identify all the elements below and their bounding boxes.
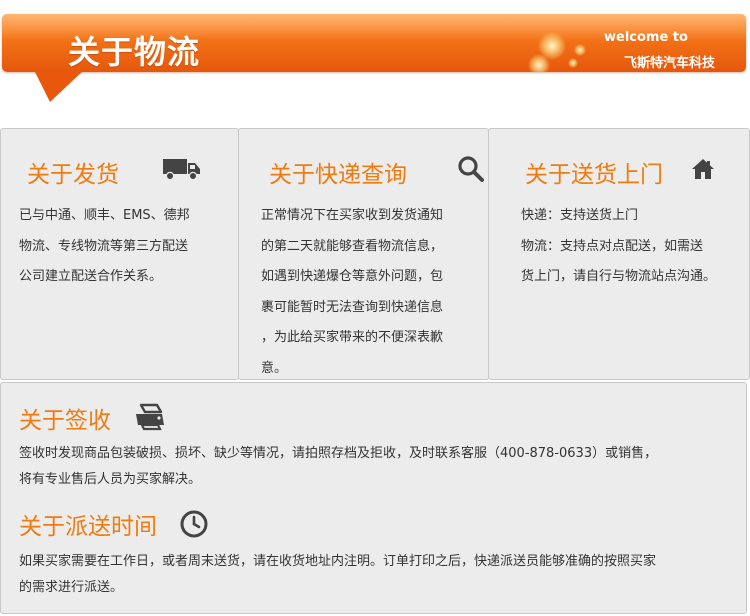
- text-line: 正常情况下在买家收到发货通知: [261, 208, 444, 223]
- shipping-panel: 关于发货 已与中通、顺丰、EMS、德邦 物流、专线物流等第三方配送 公司建立配送…: [0, 128, 239, 380]
- sparkle-decoration: [528, 54, 550, 72]
- section-text: 如果买家需要在工作日，或者周末送货，请在收货地址内注明。订单打印之后，快递派送员…: [19, 549, 734, 601]
- banner-tail: [34, 70, 84, 102]
- text-line: 物流、专线物流等第三方配送: [19, 238, 189, 254]
- policy-panel: 关于签收 签收时发现商品包装破损、损坏、缺少等情况，请拍照存档及拒收，及时联系客…: [0, 382, 747, 614]
- text-line: 的第二天就能够查看物流信息，: [261, 238, 444, 254]
- panel-text: 正常情况下在买家收到发货通知 的第二天就能够查看物流信息， 如遇到快递爆仓等意外…: [261, 201, 475, 384]
- text-line: 将有专业售后人员为买家解决。: [19, 472, 202, 487]
- text-line: 已与中通、顺丰、EMS、德邦: [19, 208, 190, 223]
- header-banner: 关于物流 welcome to 飞斯特汽车科技: [0, 0, 750, 120]
- search-icon: [458, 156, 484, 182]
- section-heading: 关于签收: [19, 401, 164, 434]
- truck-icon: [163, 159, 200, 181]
- printer-icon: [136, 403, 164, 431]
- panel-heading: 关于送货上门: [525, 155, 714, 188]
- info-panels-row: 关于发货 已与中通、顺丰、EMS、德邦 物流、专线物流等第三方配送 公司建立配送…: [0, 128, 750, 380]
- welcome-text: welcome to: [604, 30, 688, 45]
- panel-title: 关于送货上门: [525, 162, 663, 188]
- text-line: 公司建立配送合作关系。: [19, 269, 163, 284]
- text-line: 如遇到快递爆仓等意外问题，包: [261, 269, 444, 284]
- tracking-panel: 关于快递查询 正常情况下在买家收到发货通知 的第二天就能够查看物流信息， 如遇到…: [238, 128, 489, 380]
- panel-heading: 关于快递查询: [269, 155, 484, 188]
- text-line: 意。: [261, 360, 288, 376]
- company-name: 飞斯特汽车科技: [624, 56, 716, 71]
- section-title: 关于派送时间: [19, 514, 157, 540]
- sparkle-decoration: [574, 44, 586, 56]
- text-line: 签收时发现商品包装破损、损坏、缺少等情况，请拍照存档及拒收，及时联系客服（400…: [19, 446, 658, 461]
- page-title: 关于物流: [68, 33, 201, 71]
- home-icon: [692, 159, 714, 179]
- panel-heading: 关于发货: [27, 155, 200, 188]
- panel-title: 关于快递查询: [269, 162, 407, 188]
- sparkle-decoration: [568, 58, 578, 68]
- text-line: 货上门，请自行与物流站点沟通。: [521, 269, 717, 284]
- panel-title: 关于发货: [27, 162, 119, 188]
- clock-icon: [180, 510, 208, 538]
- panel-text: 已与中通、顺丰、EMS、德邦 物流、专线物流等第三方配送 公司建立配送合作关系。: [19, 201, 225, 293]
- section-title: 关于签收: [19, 408, 111, 434]
- text-line: 如果买家需要在工作日，或者周末送货，请在收货地址内注明。订单打印之后，快递派送员…: [19, 554, 657, 569]
- text-line: 物流：支持点对点配送，如需送: [521, 238, 704, 254]
- text-line: 快递：支持送货上门: [521, 208, 639, 223]
- panel-text: 快递：支持送货上门 物流：支持点对点配送，如需送 货上门，请自行与物流站点沟通。: [521, 201, 745, 293]
- section-heading: 关于派送时间: [19, 507, 208, 540]
- door-delivery-panel: 关于送货上门 快递：支持送货上门 物流：支持点对点配送，如需送 货上门，请自行与…: [488, 128, 750, 380]
- text-line: 的需求进行派送。: [19, 580, 124, 595]
- section-text: 签收时发现商品包装破损、损坏、缺少等情况，请拍照存档及拒收，及时联系客服（400…: [19, 441, 734, 493]
- text-line: 裹可能暂时无法查询到快递信息: [261, 299, 444, 315]
- text-line: ，为此给买家带来的不便深表歉: [261, 330, 444, 345]
